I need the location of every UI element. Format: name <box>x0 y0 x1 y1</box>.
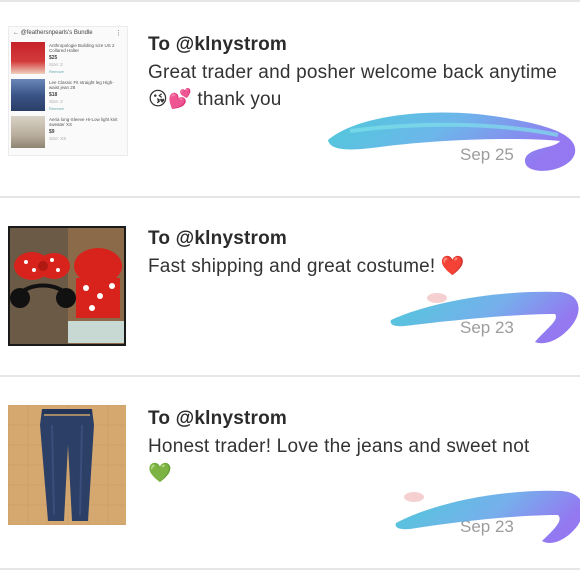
product-size: Size: XS <box>49 136 67 141</box>
review-message: Honest trader! Love the jeans and sweet … <box>148 433 563 487</box>
remove-link[interactable]: Remove <box>49 69 64 74</box>
minnie-costume-photo[interactable] <box>8 226 126 346</box>
product-title: Aeria long-Sleeve Hi-Low light knit swea… <box>49 117 118 127</box>
divider <box>0 568 580 570</box>
review-message: Fast shipping and great costume! ❤️ <box>148 253 563 280</box>
bundle-header: ← @feathersnpearls's Bundle <box>13 30 93 36</box>
product-image <box>11 116 45 148</box>
product-image <box>11 79 45 111</box>
product-price: $25 <box>49 55 58 61</box>
product-image <box>11 42 45 74</box>
kiss-hearts-emoji-icon: 😘💕 <box>148 88 192 110</box>
remove-link[interactable]: Remove <box>49 106 64 111</box>
recipient-label[interactable]: To @klnystrom <box>148 228 287 250</box>
bundle-product: Anthropologie Building size US 2 Collare… <box>11 42 123 74</box>
recipient-label[interactable]: To @klnystrom <box>148 408 287 430</box>
product-size: Size: 2 <box>49 62 63 67</box>
product-price: $9 <box>49 129 55 135</box>
bundle-title: @feathersnpearls's Bundle <box>20 30 93 36</box>
product-title: Anthropologie Building size US 2 Collare… <box>49 43 115 53</box>
message-tail: thank you <box>197 89 282 110</box>
review-date: Sep 23 <box>460 517 514 536</box>
costume-image <box>10 228 124 344</box>
more-icon: ⋮ <box>115 30 122 37</box>
review-item[interactable]: ← @feathersnpearls's Bundle ⋮ Anthropolo… <box>0 0 580 196</box>
red-heart-emoji-icon: ❤️ <box>440 255 465 277</box>
review-message: Great trader and posher welcome back any… <box>148 59 563 113</box>
bundle-product: Aeria long-Sleeve Hi-Low light knit swea… <box>11 116 123 148</box>
product-size: Size: 2 <box>49 99 63 104</box>
jeans-image <box>8 405 126 525</box>
recipient-label[interactable]: To @klnystrom <box>148 34 287 56</box>
review-item[interactable]: To @klnystrom Honest trader! Love the je… <box>0 377 580 567</box>
review-date: Sep 23 <box>460 318 514 337</box>
message-text: Fast shipping and great costume! <box>148 256 436 277</box>
green-heart-emoji-icon: 💚 <box>148 462 172 484</box>
message-text: Great trader and posher welcome back any… <box>148 62 558 83</box>
product-title: Lee Classic Fit straight leg High-waist … <box>49 80 114 90</box>
bundle-product: Lee Classic Fit straight leg High-waist … <box>11 79 123 111</box>
bundle-thumbnail[interactable]: ← @feathersnpearls's Bundle ⋮ Anthropolo… <box>8 26 128 156</box>
message-text: Honest trader! Love the jeans and sweet … <box>148 436 530 457</box>
review-item[interactable]: To @klnystrom Fast shipping and great co… <box>0 198 580 374</box>
product-price: $18 <box>49 92 58 98</box>
review-date: Sep 25 <box>460 145 514 164</box>
jeans-photo[interactable] <box>8 405 126 525</box>
